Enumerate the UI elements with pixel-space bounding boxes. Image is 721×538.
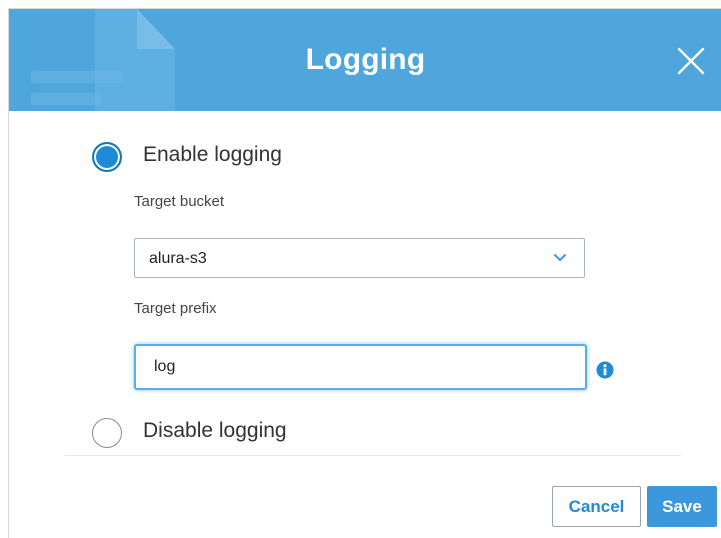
save-button[interactable]: Save [647, 486, 717, 527]
target-prefix-label: Target prefix [134, 300, 217, 317]
footer-divider [65, 455, 681, 456]
cancel-button[interactable]: Cancel [552, 486, 641, 527]
target-prefix-input[interactable] [134, 344, 587, 390]
target-bucket-select[interactable]: alura-s3 [134, 238, 585, 278]
info-icon[interactable] [596, 361, 614, 379]
dialog-title: Logging [305, 43, 426, 76]
dialog-header: Logging [9, 9, 721, 111]
target-bucket-label: Target bucket [134, 193, 225, 210]
enable-logging-radio[interactable] [92, 142, 122, 172]
logging-dialog: Logging Enable logging Target bucket alu… [8, 8, 721, 538]
target-bucket-value: alura-s3 [149, 250, 207, 267]
disable-logging-label[interactable]: Disable logging [143, 419, 287, 443]
close-icon[interactable] [675, 45, 707, 77]
disable-logging-radio[interactable] [92, 418, 122, 448]
enable-logging-label[interactable]: Enable logging [143, 143, 282, 167]
chevron-down-icon [554, 254, 566, 261]
